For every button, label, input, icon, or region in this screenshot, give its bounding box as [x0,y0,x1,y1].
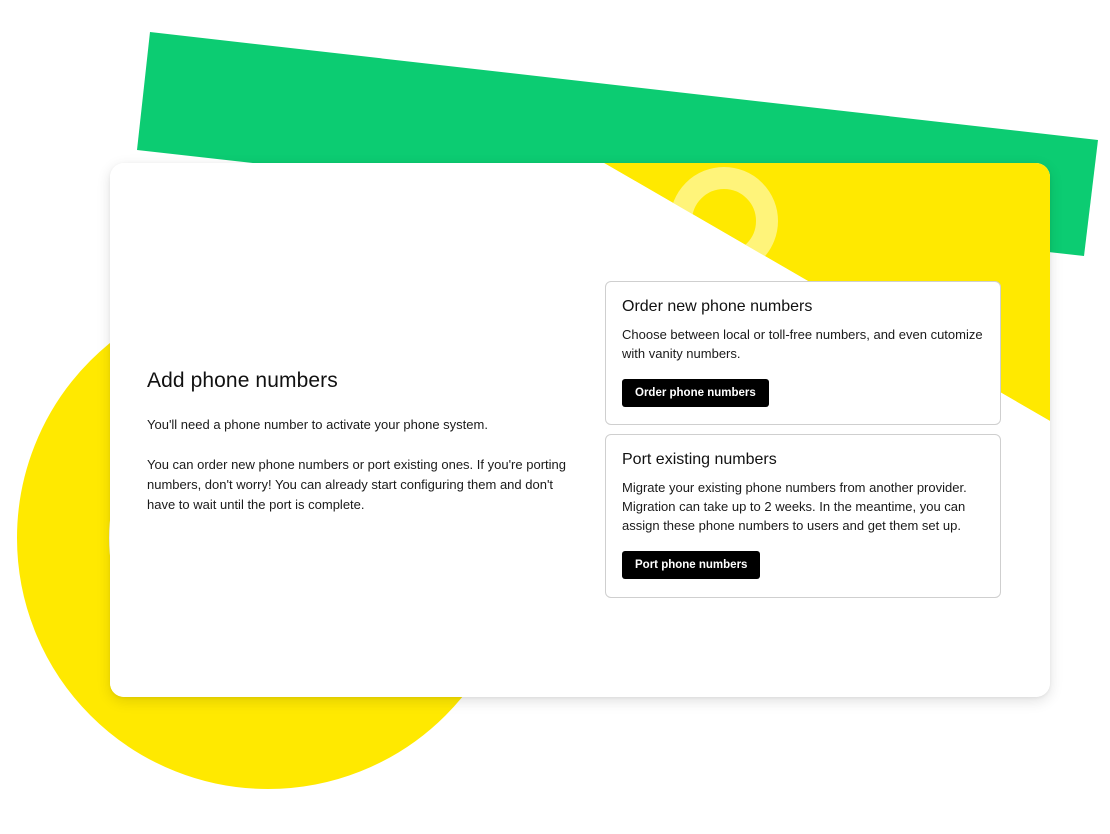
order-phone-numbers-button[interactable]: Order phone numbers [622,379,769,407]
intro-subtitle: You'll need a phone number to activate y… [147,417,488,432]
intro-section: Add phone numbers You'll need a phone nu… [147,369,572,515]
page-title: Add phone numbers [147,369,338,392]
order-option-description: Choose between local or toll-free number… [622,327,983,361]
order-option-title: Order new phone numbers [622,298,813,315]
intro-body: You can order new phone numbers or port … [147,457,566,512]
page: Add phone numbers You'll need a phone nu… [0,0,1110,834]
port-option-title: Port existing numbers [622,451,777,468]
add-phone-numbers-card: Add phone numbers You'll need a phone nu… [110,163,1050,697]
order-numbers-option: Order new phone numbers Choose between l… [605,281,1001,425]
port-numbers-option: Port existing numbers Migrate your exist… [605,434,1001,598]
port-phone-numbers-button[interactable]: Port phone numbers [622,551,761,579]
port-option-description: Migrate your existing phone numbers from… [622,480,967,533]
